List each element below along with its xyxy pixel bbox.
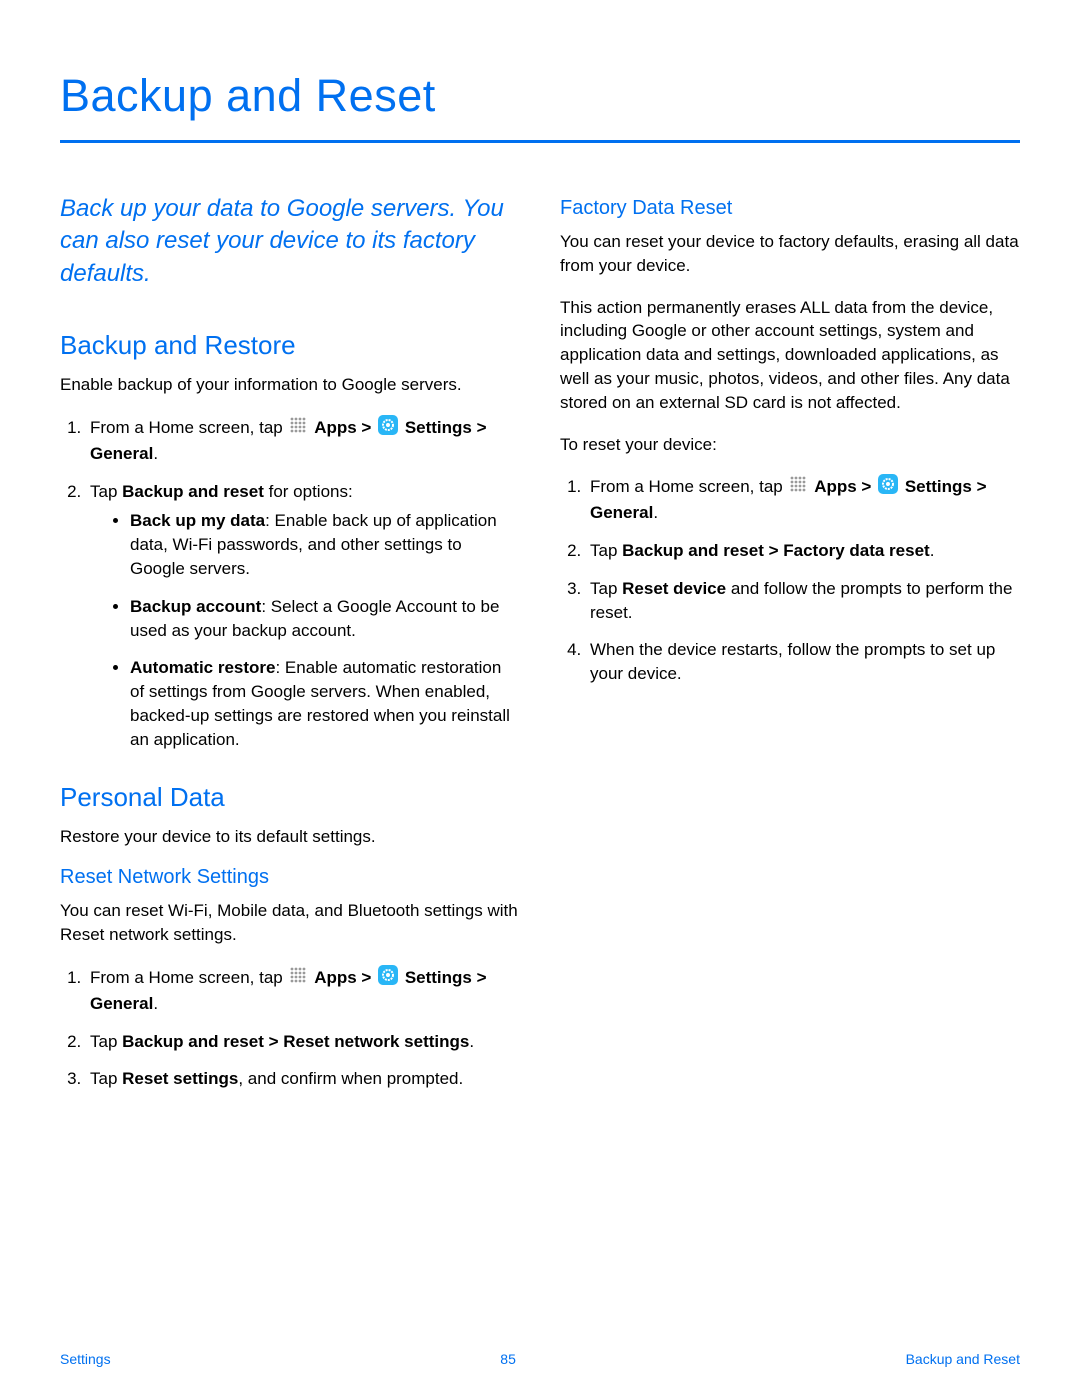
- step-suffix: , and confirm when prompted.: [238, 1069, 463, 1088]
- left-column: Back up your data to Google servers. You…: [60, 193, 520, 1105]
- period: .: [153, 994, 158, 1013]
- step-suffix: .: [469, 1032, 474, 1051]
- list-item: Back up my data: Enable back up of appli…: [130, 509, 520, 580]
- list-item: Tap Reset device and follow the prompts …: [586, 577, 1020, 625]
- page-title: Backup and Reset: [60, 70, 1020, 122]
- step-text: When the device restarts, follow the pro…: [590, 640, 995, 683]
- apps-icon: [289, 416, 307, 441]
- list-item: Tap Backup and reset > Reset network set…: [86, 1030, 520, 1054]
- step-suffix: .: [930, 541, 935, 560]
- list-item: Tap Backup and reset for options: Back u…: [86, 480, 520, 752]
- bullet-bold: Back up my data: [130, 511, 265, 530]
- list-item: From a Home screen, tap Apps > Settings …: [86, 415, 520, 466]
- reset-network-desc: You can reset Wi-Fi, Mobile data, and Bl…: [60, 899, 520, 947]
- step-text: Tap: [590, 541, 622, 560]
- step-text: Tap: [590, 579, 622, 598]
- list-item: From a Home screen, tap Apps > Settings …: [86, 965, 520, 1016]
- footer-right: Backup and Reset: [906, 1351, 1020, 1367]
- heading-factory-reset: Factory Data Reset: [560, 197, 1020, 220]
- heading-backup-restore: Backup and Restore: [60, 330, 520, 361]
- list-item: Tap Backup and reset > Factory data rese…: [586, 539, 1020, 563]
- list-item: When the device restarts, follow the pro…: [586, 638, 1020, 686]
- period: .: [653, 503, 658, 522]
- settings-icon: [878, 474, 898, 501]
- list-item: Tap Reset settings, and confirm when pro…: [86, 1067, 520, 1091]
- title-rule: [60, 140, 1020, 143]
- factory-reset-p1: You can reset your device to factory def…: [560, 230, 1020, 278]
- apps-label: Apps >: [814, 477, 876, 496]
- step-text: From a Home screen, tap: [590, 477, 787, 496]
- list-item: Automatic restore: Enable automatic rest…: [130, 656, 520, 751]
- factory-reset-p3: To reset your device:: [560, 433, 1020, 457]
- step-bold: Backup and reset: [122, 482, 264, 501]
- step-text: Tap: [90, 482, 122, 501]
- apps-label: Apps >: [314, 968, 376, 987]
- backup-restore-desc: Enable backup of your information to Goo…: [60, 373, 520, 397]
- bullet-bold: Automatic restore: [130, 658, 275, 677]
- step-text: Tap: [90, 1032, 122, 1051]
- list-item: From a Home screen, tap Apps > Settings …: [586, 474, 1020, 525]
- intro-text: Back up your data to Google servers. You…: [60, 193, 520, 290]
- settings-icon: [378, 965, 398, 992]
- apps-label: Apps >: [314, 418, 376, 437]
- page-footer: Settings 85 Backup and Reset: [60, 1351, 1020, 1367]
- backup-options-list: Back up my data: Enable back up of appli…: [90, 509, 520, 751]
- reset-network-steps: From a Home screen, tap Apps > Settings …: [60, 965, 520, 1091]
- step-text: From a Home screen, tap: [90, 418, 287, 437]
- footer-left: Settings: [60, 1351, 111, 1367]
- backup-restore-steps: From a Home screen, tap Apps > Settings …: [60, 415, 520, 752]
- footer-page-number: 85: [500, 1351, 516, 1367]
- period: .: [153, 444, 158, 463]
- step-text: From a Home screen, tap: [90, 968, 287, 987]
- right-column: Factory Data Reset You can reset your de…: [560, 193, 1020, 1105]
- step-bold: Reset device: [622, 579, 726, 598]
- step-bold: Backup and reset > Factory data reset: [622, 541, 930, 560]
- step-suffix: for options:: [264, 482, 353, 501]
- apps-icon: [289, 966, 307, 991]
- apps-icon: [789, 475, 807, 500]
- step-bold: Reset settings: [122, 1069, 238, 1088]
- personal-data-desc: Restore your device to its default setti…: [60, 825, 520, 849]
- step-text: Tap: [90, 1069, 122, 1088]
- step-bold: Backup and reset > Reset network setting…: [122, 1032, 469, 1051]
- list-item: Backup account: Select a Google Account …: [130, 595, 520, 643]
- settings-icon: [378, 415, 398, 442]
- heading-personal-data: Personal Data: [60, 782, 520, 813]
- factory-reset-steps: From a Home screen, tap Apps > Settings …: [560, 474, 1020, 686]
- factory-reset-p2: This action permanently erases ALL data …: [560, 296, 1020, 415]
- bullet-bold: Backup account: [130, 597, 261, 616]
- heading-reset-network: Reset Network Settings: [60, 866, 520, 889]
